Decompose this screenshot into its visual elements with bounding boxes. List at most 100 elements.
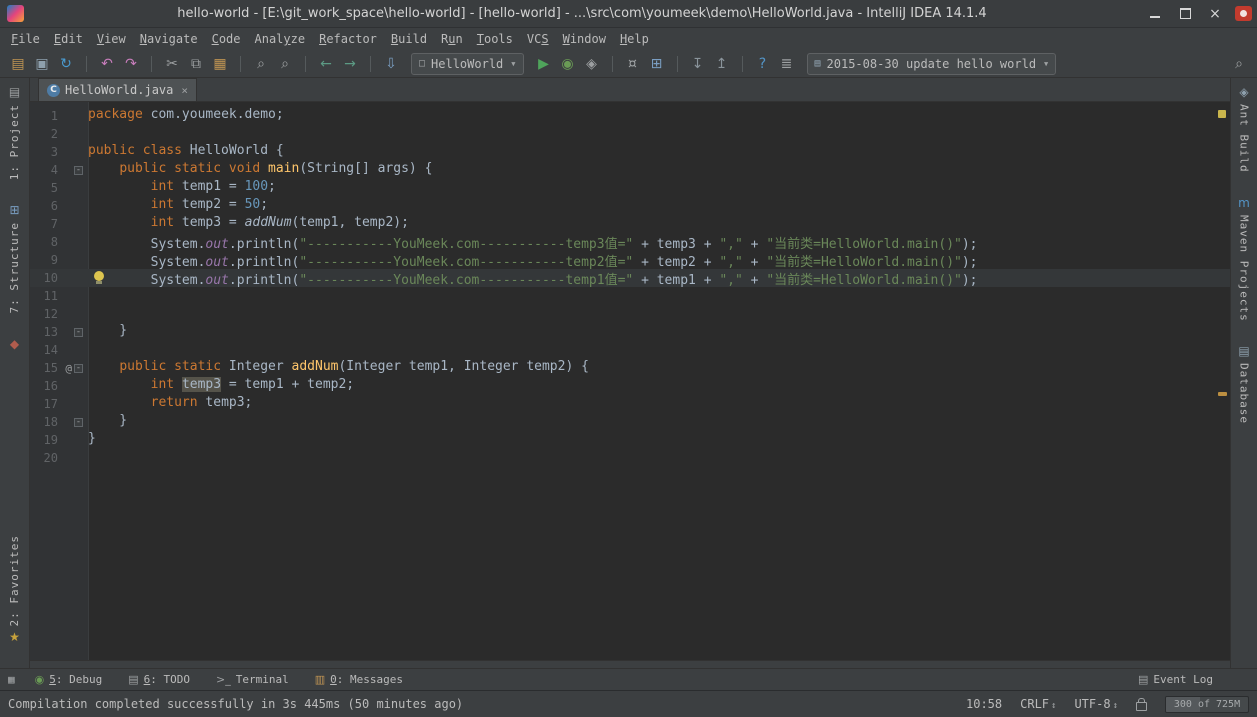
paste-icon[interactable]: ▦ (208, 52, 232, 76)
tab-label: HelloWorld.java (65, 83, 173, 97)
code-area[interactable]: 1package com.youmeek.demo;23public class… (30, 102, 1230, 467)
menu-help[interactable]: Help (613, 30, 656, 48)
menu-window[interactable]: Window (556, 30, 613, 48)
run-button[interactable]: ▶ (532, 52, 556, 76)
redo-icon[interactable]: ↷ (119, 52, 143, 76)
code-line[interactable]: 11 (30, 287, 1230, 305)
toolwindow-favorites[interactable]: 2: Favorites★ (8, 535, 21, 644)
menu-tools[interactable]: Tools (470, 30, 520, 48)
fold-marker[interactable]: - (74, 364, 83, 373)
code-line[interactable]: 6 int temp2 = 50; (30, 197, 1230, 215)
menu-code[interactable]: Code (205, 30, 248, 48)
gutter: 3 (30, 143, 88, 161)
toolwindow-database[interactable]: ▤Database (1238, 345, 1251, 424)
toolwindow-terminal[interactable]: >_Terminal (216, 673, 289, 686)
tab-helloworld-java[interactable]: C HelloWorld.java × (38, 78, 197, 101)
toolwindow-maven-projects[interactable]: mMaven Projects (1238, 197, 1251, 322)
tasks-icon[interactable]: ≣ (775, 52, 799, 76)
line-number: 14 (30, 343, 58, 357)
code-text (88, 125, 1230, 143)
encoding-selector[interactable]: UTF-8↕ (1074, 697, 1118, 711)
toolwindow-debug[interactable]: ◉5: Debug (35, 673, 103, 686)
code-line[interactable]: 9 System.out.println("-----------YouMeek… (30, 251, 1230, 269)
search-everywhere-icon[interactable]: ⌕ (1229, 54, 1249, 74)
lock-icon[interactable] (1136, 702, 1147, 711)
vcs-commit-icon[interactable]: ↥ (710, 52, 734, 76)
toolwindow-changes[interactable]: ◆ (10, 338, 19, 351)
menu-file[interactable]: File (4, 30, 47, 48)
forward-icon[interactable]: → (338, 52, 362, 76)
caret-position[interactable]: 10:58 (966, 697, 1002, 711)
tab-close-icon[interactable]: × (181, 84, 188, 97)
code-line[interactable]: 8 System.out.println("-----------YouMeek… (30, 233, 1230, 251)
intention-bulb-icon[interactable] (94, 271, 104, 281)
help-icon[interactable]: ? (751, 52, 775, 76)
settings-icon[interactable]: ¤ (621, 52, 645, 76)
fold-marker[interactable]: - (74, 166, 83, 175)
open-file-icon[interactable]: ▤ (6, 52, 30, 76)
fold-marker[interactable]: - (74, 418, 83, 427)
task-select[interactable]: ▤2015-08-30 update hello world▼ (807, 53, 1057, 75)
cut-icon[interactable]: ✂ (160, 52, 184, 76)
editor[interactable]: 1package com.youmeek.demo;23public class… (30, 102, 1230, 660)
line-number: 1 (30, 109, 58, 123)
toolwindow-project[interactable]: ▤1: Project (8, 86, 21, 180)
menu-navigate[interactable]: Navigate (133, 30, 205, 48)
menu-edit[interactable]: Edit (47, 30, 90, 48)
code-line[interactable]: 1package com.youmeek.demo; (30, 107, 1230, 125)
code-line[interactable]: 12 (30, 305, 1230, 323)
code-line[interactable]: 17 return temp3; (30, 395, 1230, 413)
code-line[interactable]: 3public class HelloWorld { (30, 143, 1230, 161)
menu-run[interactable]: Run (434, 30, 470, 48)
horizontal-scrollbar[interactable] (30, 660, 1230, 668)
line-ending-selector[interactable]: CRLF↕ (1020, 697, 1056, 711)
toolwindow-ant-build[interactable]: ◈Ant Build (1238, 86, 1251, 173)
maximize-button[interactable] (1170, 0, 1200, 28)
toolwindow-switcher-icon[interactable]: ▦ (8, 673, 15, 686)
gutter: 1 (30, 107, 88, 125)
minimize-button[interactable] (1140, 0, 1170, 28)
code-line[interactable]: 4- public static void main(String[] args… (30, 161, 1230, 179)
toolwindow-messages[interactable]: ▥0: Messages (315, 673, 403, 686)
memory-indicator[interactable]: 300 of 725M (1165, 696, 1249, 713)
toolwindow-event-log[interactable]: ▤Event Log (1138, 673, 1213, 686)
code-line[interactable]: 7 int temp3 = addNum(temp1, temp2); (30, 215, 1230, 233)
menu-refactor[interactable]: Refactor (312, 30, 384, 48)
back-icon[interactable]: ← (314, 52, 338, 76)
vcs-update-icon[interactable]: ↧ (686, 52, 710, 76)
copy-icon[interactable]: ⧉ (184, 52, 208, 76)
fold-marker[interactable]: - (74, 328, 83, 337)
replace-icon[interactable]: ⌕ (273, 52, 297, 76)
make-project-icon[interactable]: ⇩ (379, 52, 403, 76)
code-line[interactable]: 15@- public static Integer addNum(Intege… (30, 359, 1230, 377)
synchronize-icon[interactable]: ↻ (54, 52, 78, 76)
find-icon[interactable]: ⌕ (249, 52, 273, 76)
menu-build[interactable]: Build (384, 30, 434, 48)
project-structure-icon[interactable]: ⊞ (645, 52, 669, 76)
coverage-button[interactable]: ◈ (580, 52, 604, 76)
debug-button[interactable]: ◉ (556, 52, 580, 76)
undo-icon[interactable]: ↶ (95, 52, 119, 76)
code-line[interactable]: 5 int temp1 = 100; (30, 179, 1230, 197)
code-line[interactable]: 20 (30, 449, 1230, 467)
run-configuration-select[interactable]: □HelloWorld▼ (411, 53, 524, 75)
gutter: 7 (30, 215, 88, 233)
line-number: 13 (30, 325, 58, 339)
code-line[interactable]: 19} (30, 431, 1230, 449)
close-button[interactable]: × (1200, 0, 1230, 28)
code-line[interactable]: 2 (30, 125, 1230, 143)
menu-analyze[interactable]: Analyze (248, 30, 313, 48)
menu-view[interactable]: View (90, 30, 133, 48)
code-line[interactable]: 16 int temp3 = temp1 + temp2; (30, 377, 1230, 395)
toolwindow-structure[interactable]: ⊞7: Structure (8, 204, 21, 313)
error-stripe-mark[interactable] (1218, 392, 1227, 396)
code-line[interactable]: 13- } (30, 323, 1230, 341)
menu-vcs[interactable]: VCS (520, 30, 556, 48)
error-stripe-status-square[interactable] (1218, 110, 1226, 118)
save-all-icon[interactable]: ▣ (30, 52, 54, 76)
code-line[interactable]: 10 System.out.println("-----------YouMee… (30, 269, 1230, 287)
code-line[interactable]: 14 (30, 341, 1230, 359)
code-line[interactable]: 18- } (30, 413, 1230, 431)
chevron-down-icon: ▼ (1044, 60, 1048, 68)
toolwindow-todo[interactable]: ▤6: TODO (128, 673, 190, 686)
